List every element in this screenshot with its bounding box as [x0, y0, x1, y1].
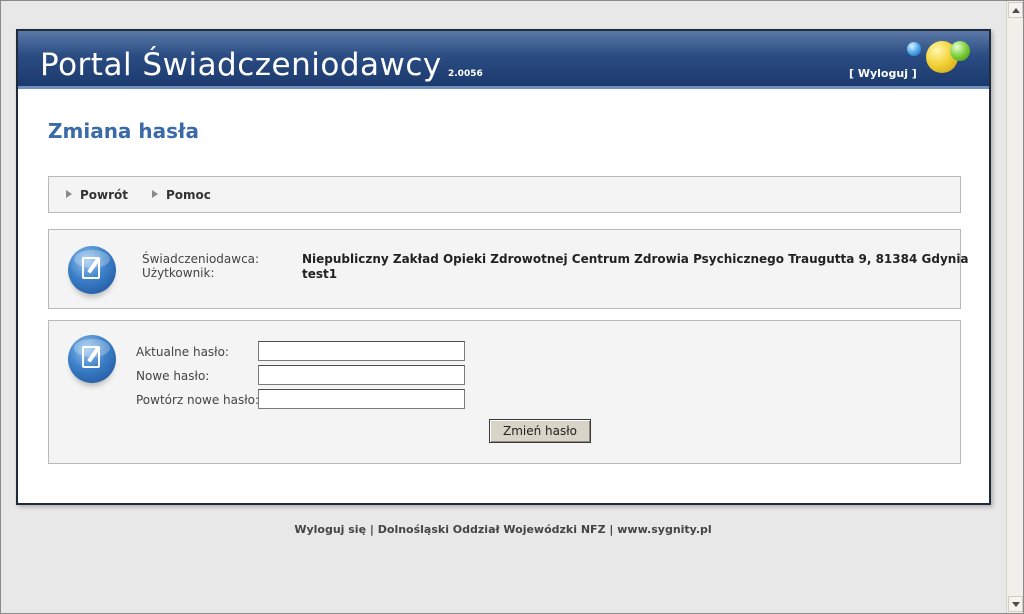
user-value: test1: [302, 267, 338, 281]
arrow-down-icon: [1011, 601, 1020, 607]
footer-site-link[interactable]: www.sygnity.pl: [617, 523, 711, 536]
footer-org-link[interactable]: Dolnośląski Oddział Wojewódzki NFZ: [378, 523, 606, 536]
app-title: Portal Świadczeniodawcy: [40, 47, 442, 83]
nav-bar: Powrót Pomoc: [48, 176, 961, 213]
new-password-label: Nowe hasło:: [136, 369, 210, 383]
document-edit-icon: [68, 335, 116, 383]
vertical-scrollbar[interactable]: [1006, 1, 1023, 613]
main-panel: Portal Świadczeniodawcy 2.0056 [ Wyloguj…: [16, 29, 991, 505]
footer: Wyloguj się | Dolnośląski Oddział Wojewó…: [0, 523, 1006, 536]
provider-label: Świadczeniodawca:: [142, 252, 260, 266]
document-edit-icon: [68, 246, 116, 294]
logo-bubble-green-icon: [950, 41, 970, 61]
footer-separator: |: [609, 523, 614, 536]
scroll-down-button[interactable]: [1008, 596, 1023, 612]
new-password-input[interactable]: [258, 365, 465, 385]
page: { "header": { "title": "Portal Świadczen…: [0, 0, 1024, 614]
app-version: 2.0056: [448, 69, 483, 79]
logo-bubble-blue-icon: [907, 42, 921, 56]
triangle-right-icon: [66, 190, 72, 198]
logout-link[interactable]: [ Wyloguj ]: [849, 67, 917, 80]
help-link[interactable]: Pomoc: [152, 188, 211, 202]
provider-value: Niepubliczny Zakład Opieki Zdrowotnej Ce…: [302, 252, 969, 266]
help-link-label: Pomoc: [166, 188, 211, 202]
repeat-password-label: Powtórz nowe hasło:: [136, 393, 260, 407]
footer-separator: |: [369, 523, 374, 536]
user-info-box: Świadczeniodawca: Użytkownik: Niepublicz…: [48, 229, 969, 309]
current-password-label: Aktualne hasło:: [136, 345, 229, 359]
triangle-right-icon: [152, 190, 158, 198]
back-link[interactable]: Powrót: [66, 188, 128, 202]
change-password-form: Aktualne hasło: Nowe hasło: Powtórz nowe…: [48, 320, 961, 464]
change-password-button[interactable]: Zmień hasło: [489, 419, 591, 443]
user-label: Użytkownik:: [142, 266, 215, 280]
footer-logout-link[interactable]: Wyloguj się: [294, 523, 366, 536]
scroll-up-button[interactable]: [1008, 2, 1023, 18]
page-title: Zmiana hasła: [48, 119, 199, 143]
back-link-label: Powrót: [80, 188, 129, 202]
current-password-input[interactable]: [258, 341, 465, 361]
header-banner: Portal Świadczeniodawcy 2.0056 [ Wyloguj…: [18, 31, 989, 89]
arrow-up-icon: [1011, 7, 1020, 13]
repeat-password-input[interactable]: [258, 389, 465, 409]
